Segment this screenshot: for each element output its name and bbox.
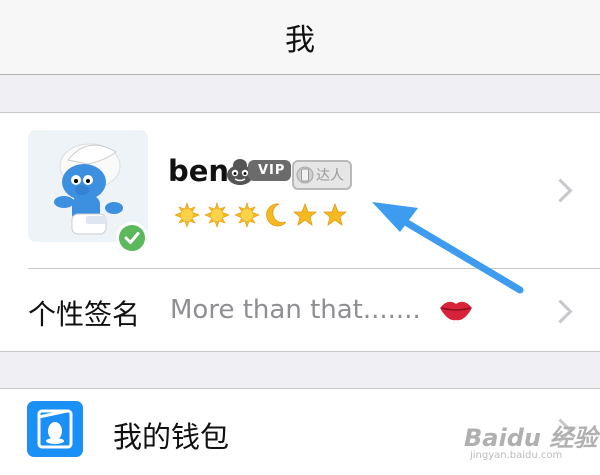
divider bbox=[28, 268, 600, 269]
phone-medal-icon bbox=[296, 166, 314, 184]
wallet-icon bbox=[27, 401, 83, 457]
sun-level-icon bbox=[204, 202, 230, 228]
qq-level-icons[interactable] bbox=[174, 202, 348, 228]
watermark-url: jingyan.baidu.com bbox=[470, 450, 563, 461]
star-level-icon bbox=[322, 202, 348, 226]
verified-check-icon bbox=[116, 222, 148, 254]
username[interactable]: ben bbox=[168, 154, 229, 188]
daren-badge[interactable]: 达人 bbox=[292, 160, 352, 190]
signature-value[interactable]: More than that....... bbox=[170, 295, 421, 325]
sun-level-icon bbox=[234, 202, 260, 228]
wallet-label: 我的钱包 bbox=[113, 420, 230, 454]
watermark-brand: Baidu 经验 bbox=[464, 424, 598, 452]
vip-label: VIP bbox=[248, 159, 292, 181]
sun-level-icon bbox=[174, 202, 200, 228]
vip-badge[interactable]: VIP bbox=[226, 153, 292, 187]
nav-bar: 我 bbox=[0, 0, 600, 75]
daren-label: 达人 bbox=[316, 168, 344, 184]
star-level-icon bbox=[292, 202, 318, 226]
lips-icon bbox=[440, 301, 472, 321]
page-title: 我 bbox=[285, 23, 315, 58]
moon-level-icon bbox=[266, 203, 287, 227]
signature-label: 个性签名 bbox=[28, 298, 141, 331]
